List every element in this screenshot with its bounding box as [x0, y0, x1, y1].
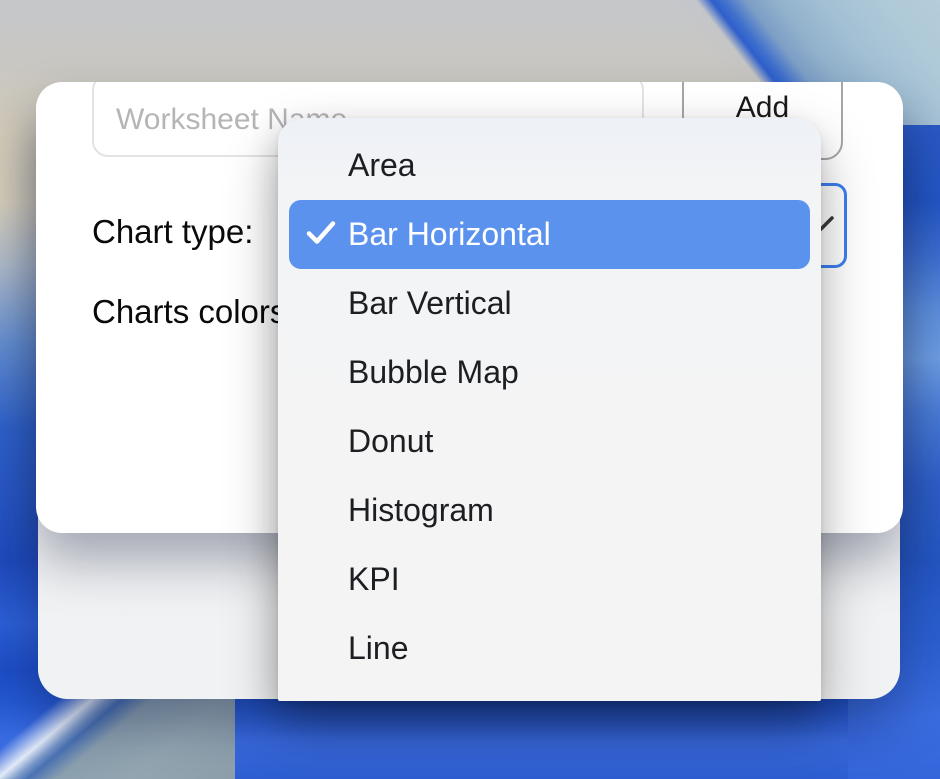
- chart-type-dropdown-menu: Area Bar Horizontal Bar Vertical Bubble …: [278, 118, 821, 701]
- dropdown-item-label: Bubble Map: [348, 354, 519, 391]
- dropdown-item-label: KPI: [348, 561, 400, 598]
- dropdown-item-label: Area: [348, 147, 416, 184]
- charts-colors-label: Charts colors:: [92, 290, 296, 334]
- dropdown-item-line[interactable]: Line: [289, 614, 810, 683]
- dropdown-item-bar-vertical[interactable]: Bar Vertical: [289, 269, 810, 338]
- dropdown-item-label: Line: [348, 630, 409, 667]
- checkmark-icon: [306, 216, 336, 253]
- dropdown-item-label: Bar Horizontal: [348, 216, 551, 253]
- dropdown-item-donut[interactable]: Donut: [289, 407, 810, 476]
- dropdown-item-label: Donut: [348, 423, 433, 460]
- dropdown-item-kpi[interactable]: KPI: [289, 545, 810, 614]
- dropdown-item-histogram[interactable]: Histogram: [289, 476, 810, 545]
- desktop: Add Chart type: Charts colors: Area Bar …: [0, 0, 940, 779]
- chart-type-label: Chart type:: [92, 210, 253, 254]
- dropdown-item-label: Bar Vertical: [348, 285, 512, 322]
- dropdown-item-area[interactable]: Area: [289, 131, 810, 200]
- dropdown-item-bar-horizontal[interactable]: Bar Horizontal: [289, 200, 810, 269]
- dropdown-item-bubble-map[interactable]: Bubble Map: [289, 338, 810, 407]
- dropdown-item-label: Histogram: [348, 492, 494, 529]
